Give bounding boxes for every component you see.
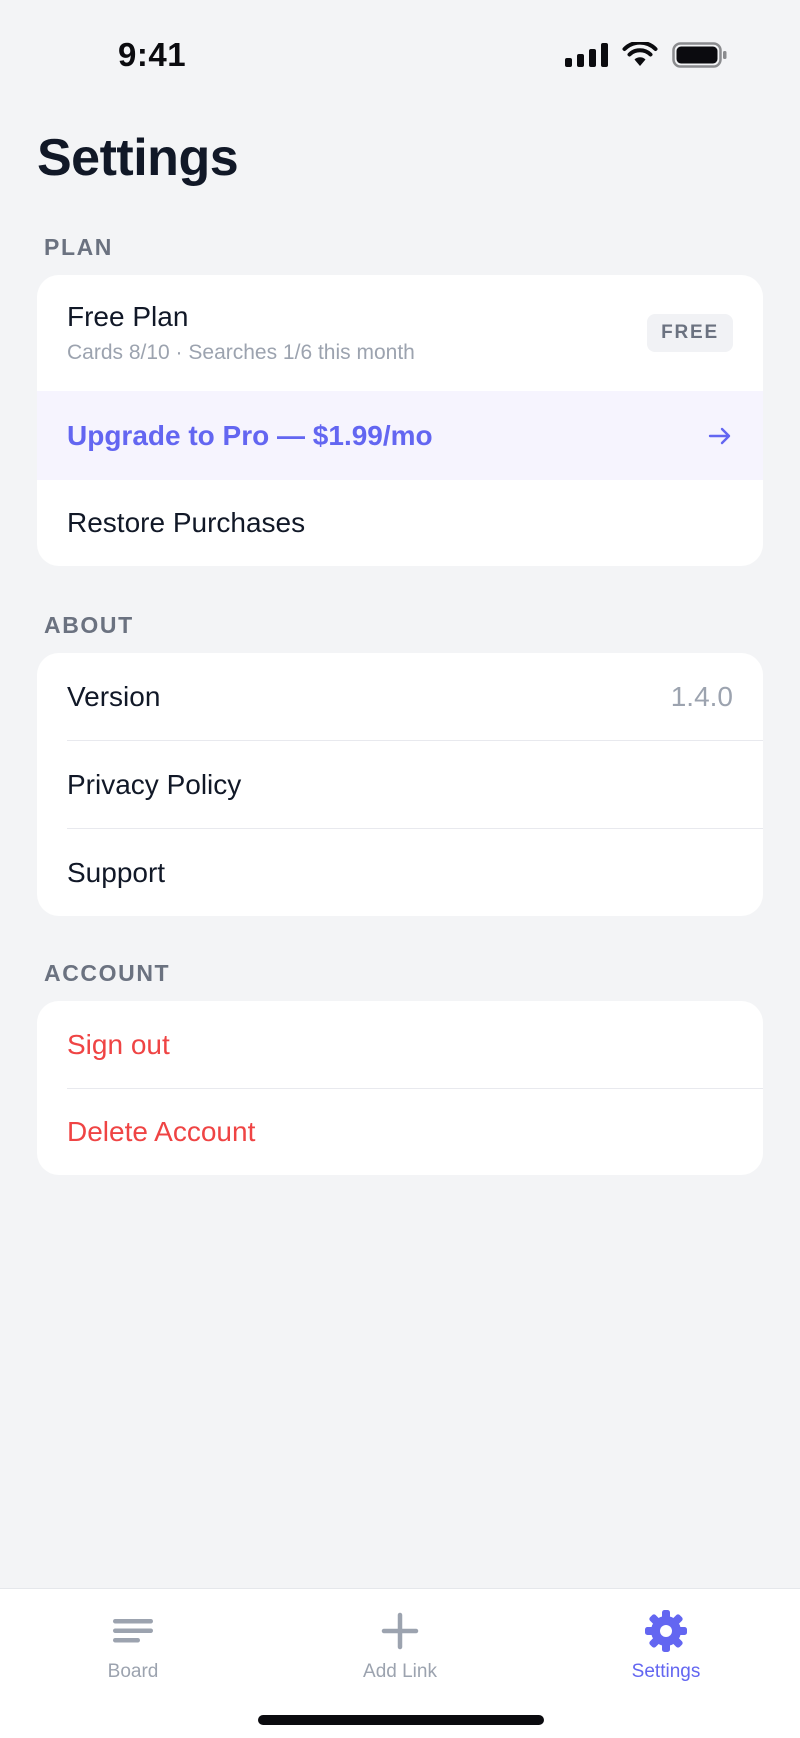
section-label-account: ACCOUNT	[44, 960, 171, 986]
restore-purchases-button[interactable]: Restore Purchases	[37, 480, 763, 566]
tab-settings[interactable]: Settings	[586, 1607, 746, 1683]
version-row: Version 1.4.0	[37, 653, 763, 741]
plus-icon	[381, 1612, 419, 1650]
account-card: Sign out Delete Account	[37, 1001, 763, 1175]
restore-purchases-label: Restore Purchases	[67, 507, 306, 538]
support-link[interactable]: Support	[37, 829, 763, 916]
status-icons	[565, 42, 728, 68]
plan-name: Free Plan	[67, 301, 189, 332]
plan-card: Free Plan Cards 8/10 · Searches 1/6 this…	[37, 275, 763, 566]
support-label: Support	[67, 856, 166, 888]
upgrade-to-pro-button[interactable]: Upgrade to Pro — $1.99/mo	[37, 391, 763, 480]
arrow-right-icon	[708, 427, 731, 444]
tab-add-link[interactable]: Add Link	[320, 1607, 480, 1683]
tab-board[interactable]: Board	[53, 1607, 213, 1683]
plan-badge: FREE	[647, 314, 733, 352]
about-card: Version 1.4.0 Privacy Policy Support	[37, 653, 763, 916]
status-bar: 9:41	[0, 0, 800, 110]
tab-board-label: Board	[107, 1661, 159, 1682]
privacy-policy-label: Privacy Policy	[67, 769, 242, 800]
settings-screen: 9:41 Settings PLAN Free Plan Cards 8/10	[0, 0, 800, 1738]
section-label-plan: PLAN	[44, 234, 114, 260]
version-label: Version	[67, 681, 161, 712]
status-time: 9:41	[118, 36, 187, 73]
upgrade-label: Upgrade to Pro — $1.99/mo	[67, 419, 433, 451]
wifi-icon	[622, 42, 658, 66]
battery-icon	[672, 42, 727, 68]
home-indicator	[258, 1715, 544, 1725]
cellular-signal-icon	[565, 43, 608, 67]
version-value: 1.4.0	[670, 681, 733, 712]
tab-settings-label: Settings	[631, 1661, 701, 1682]
delete-account-label: Delete Account	[67, 1116, 256, 1147]
gear-icon	[645, 1610, 687, 1652]
sign-out-button[interactable]: Sign out	[37, 1001, 763, 1089]
menu-lines-icon	[113, 1619, 153, 1643]
section-label-about: ABOUT	[44, 612, 134, 638]
privacy-policy-link[interactable]: Privacy Policy	[37, 741, 763, 829]
plan-info: Free Plan Cards 8/10 · Searches 1/6 this…	[67, 301, 415, 365]
page-title: Settings	[37, 129, 239, 187]
tab-add-link-label: Add Link	[363, 1661, 437, 1682]
plan-row: Free Plan Cards 8/10 · Searches 1/6 this…	[37, 275, 763, 391]
plan-usage: Cards 8/10 · Searches 1/6 this month	[67, 341, 415, 364]
delete-account-button[interactable]: Delete Account	[37, 1089, 763, 1175]
sign-out-label: Sign out	[67, 1029, 170, 1060]
